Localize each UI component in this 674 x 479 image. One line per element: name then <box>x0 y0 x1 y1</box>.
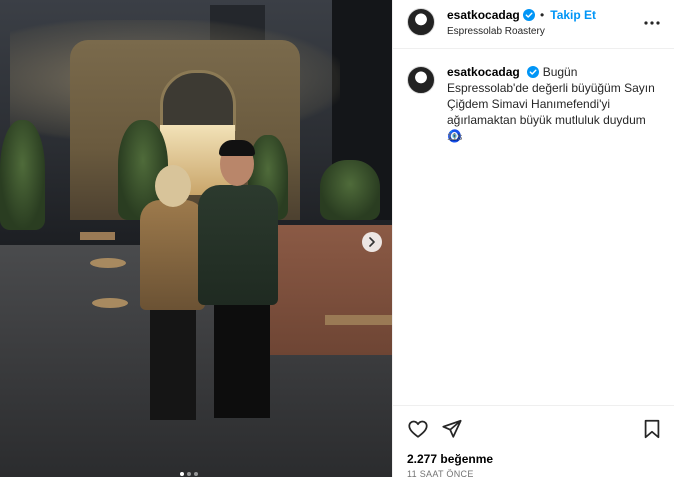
instagram-post: esatkocadag • Takip Et Espressolab Roaste… <box>0 0 674 479</box>
carousel-dot <box>194 472 198 476</box>
chevron-right-icon <box>369 237 375 247</box>
post-timestamp: 11 SAAT ÖNCE <box>407 469 474 479</box>
header-user-line: esatkocadag • Takip Et <box>447 8 596 22</box>
photo-stool <box>90 258 126 268</box>
photo-bench <box>325 315 392 325</box>
caption-text-block: esatkocadag Bugün Espressolab'de değerli … <box>447 64 662 144</box>
verified-badge-icon <box>526 66 539 78</box>
post-photo[interactable] <box>0 0 392 477</box>
bookmark-icon[interactable] <box>641 418 663 440</box>
send-icon[interactable] <box>441 418 463 440</box>
avatar-icon[interactable] <box>407 8 435 36</box>
separator-dot: • <box>540 8 545 22</box>
verified-badge-icon <box>522 9 535 21</box>
carousel-next-button[interactable] <box>362 232 382 252</box>
like-count[interactable]: 2.277 beğenme <box>407 452 493 466</box>
photo-stool <box>92 298 128 308</box>
caption-time: 11s <box>447 132 463 143</box>
more-options-icon[interactable] <box>643 14 661 32</box>
person-left-body <box>140 200 205 310</box>
person-right-legs <box>214 300 270 418</box>
person-right-body <box>198 185 278 305</box>
follow-button[interactable]: Takip Et <box>550 8 596 22</box>
caption-username[interactable]: esatkocadag <box>447 65 520 79</box>
avatar-icon[interactable] <box>407 66 435 94</box>
photo-bush <box>0 120 45 230</box>
person-left-head <box>155 165 191 207</box>
photo-bush <box>320 160 380 220</box>
person-left-legs <box>150 300 196 420</box>
photo-bench <box>80 232 115 240</box>
carousel-dot <box>187 472 191 476</box>
carousel-dot <box>180 472 184 476</box>
post-header: esatkocadag • Takip Et Espressolab Roaste… <box>393 0 674 49</box>
location-link[interactable]: Espressolab Roastery <box>447 26 545 37</box>
photo-arch-window <box>160 70 236 131</box>
post-side-panel: esatkocadag • Takip Et Espressolab Roaste… <box>392 0 674 479</box>
post-actions <box>393 405 674 450</box>
person-right-hair <box>219 140 255 156</box>
heart-icon[interactable] <box>407 418 429 440</box>
author-username[interactable]: esatkocadag <box>447 8 520 22</box>
carousel-dots <box>180 472 198 476</box>
